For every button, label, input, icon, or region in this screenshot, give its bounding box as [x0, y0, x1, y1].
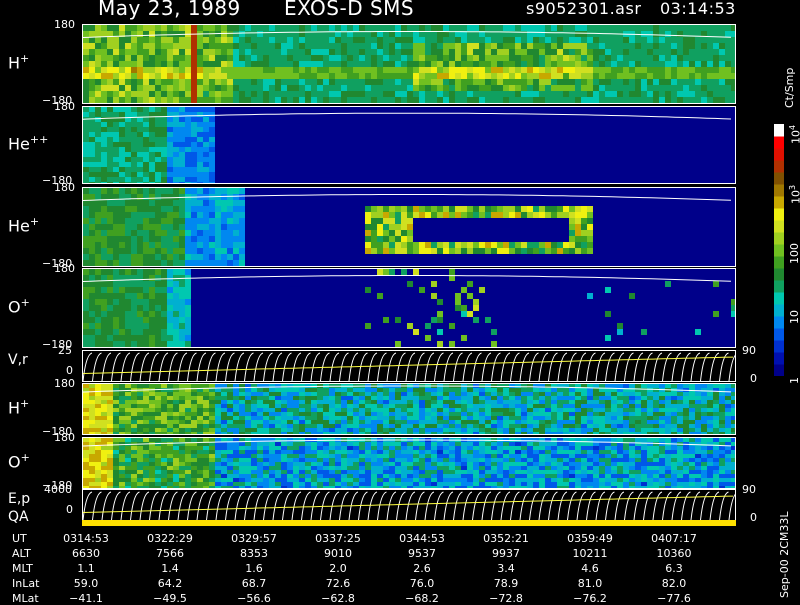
x-row-value: 72.6 — [326, 577, 351, 590]
x-row-value: 3.4 — [497, 562, 515, 575]
panel-label: He++ — [8, 133, 48, 153]
line-panel — [82, 350, 736, 382]
x-row-value: −41.1 — [69, 592, 103, 605]
spectrogram-panel — [82, 437, 736, 489]
instrument-name: EXOS-D SMS — [284, 0, 414, 20]
x-row-value: 81.0 — [578, 577, 603, 590]
x-row-value: −68.2 — [405, 592, 439, 605]
y-tick-max: 25 — [58, 344, 72, 357]
line-panel-label: E,p — [8, 491, 30, 507]
x-row-label: MLT — [12, 562, 33, 575]
spectrogram-panel — [82, 268, 736, 348]
file-name: s9052301.asr — [526, 0, 641, 18]
spectrogram-heatmap — [83, 25, 735, 103]
x-row-value: 0329:57 — [231, 532, 277, 545]
spectrogram-heatmap — [83, 107, 735, 183]
y-tick-max: 4000 — [44, 483, 72, 496]
plot-date: May 23, 1989 — [98, 0, 241, 20]
x-row-value: −76.2 — [573, 592, 607, 605]
x-row-value: 82.0 — [662, 577, 687, 590]
x-row-value: 2.6 — [413, 562, 431, 575]
footer-stamp: Sep-00 2CM33L — [778, 512, 791, 599]
start-time: 03:14:53 — [660, 0, 736, 18]
spectrogram-heatmap — [83, 384, 735, 434]
spectrogram-panel — [82, 106, 736, 184]
x-row-value: 68.7 — [242, 577, 267, 590]
x-row-label: InLat — [12, 577, 39, 590]
x-row-value: 59.0 — [74, 577, 99, 590]
right-tick-min: 0 — [750, 511, 757, 524]
x-row-value: 4.6 — [581, 562, 599, 575]
panel-label: He+ — [8, 215, 39, 235]
colorbar-tick: 104 — [788, 125, 800, 144]
colorbar-strip — [774, 124, 784, 376]
y-tick-max: 180 — [54, 100, 75, 113]
spectrogram-panel — [82, 383, 736, 435]
x-row-value: 76.0 — [410, 577, 435, 590]
sweep-lines — [83, 351, 735, 381]
y-tick-max: 180 — [54, 181, 75, 194]
x-row-value: 9937 — [492, 547, 520, 560]
x-row-value: 0337:25 — [315, 532, 361, 545]
x-row-value: 9010 — [324, 547, 352, 560]
x-row-value: −77.6 — [657, 592, 691, 605]
x-row-value: 78.9 — [494, 577, 519, 590]
colorbar-tick: 10 — [788, 310, 800, 324]
quality-bar — [82, 520, 736, 526]
y-tick-max: 180 — [54, 262, 75, 275]
spectrogram-heatmap — [83, 438, 735, 488]
y-tick-min: 0 — [66, 503, 73, 516]
line-panel-label: V,r — [8, 352, 28, 368]
line-panel-label-2: QA — [8, 509, 29, 525]
spectrogram-panel — [82, 24, 736, 104]
sweep-lines — [83, 490, 735, 520]
right-tick-max: 90 — [742, 344, 756, 357]
x-row-value: 1.6 — [245, 562, 263, 575]
y-tick-max: 180 — [54, 377, 75, 390]
spectrogram-panel — [82, 187, 736, 267]
panel-label: O+ — [8, 296, 30, 316]
x-row-label: ALT — [12, 547, 31, 560]
x-row-value: 6630 — [72, 547, 100, 560]
colorbar-unit: Ct/Smp — [783, 68, 796, 108]
x-row-value: 2.0 — [329, 562, 347, 575]
colorbar-tick: 1 — [788, 377, 800, 384]
right-tick-min: 0 — [750, 372, 757, 385]
right-tick-max: 90 — [742, 483, 756, 496]
x-row-value: 1.1 — [77, 562, 95, 575]
x-row-value: 0407:17 — [651, 532, 697, 545]
colorbar-scale — [774, 124, 784, 376]
x-row-label: MLat — [12, 592, 39, 605]
x-row-value: −56.6 — [237, 592, 271, 605]
panel-label: H+ — [8, 397, 29, 417]
panel-label: H+ — [8, 52, 29, 72]
x-row-value: 0344:53 — [399, 532, 445, 545]
x-row-value: 10211 — [573, 547, 608, 560]
x-row-value: 0322:29 — [147, 532, 193, 545]
x-row-value: 9537 — [408, 547, 436, 560]
x-row-value: 64.2 — [158, 577, 183, 590]
x-row-value: 8353 — [240, 547, 268, 560]
x-row-value: 0352:21 — [483, 532, 529, 545]
spectrogram-heatmap — [83, 188, 735, 266]
x-row-value: −62.8 — [321, 592, 355, 605]
colorbar-tick: 100 — [788, 243, 800, 264]
x-row-value: −72.8 — [489, 592, 523, 605]
y-tick-min: 0 — [66, 364, 73, 377]
x-row-value: 7566 — [156, 547, 184, 560]
x-row-value: 0314:53 — [63, 532, 109, 545]
y-tick-max: 180 — [54, 431, 75, 444]
x-row-value: −49.5 — [153, 592, 187, 605]
colorbar-tick: 103 — [788, 185, 800, 204]
panel-label: O+ — [8, 451, 30, 471]
x-row-label: UT — [12, 532, 27, 545]
x-row-value: 1.4 — [161, 562, 179, 575]
spectrogram-heatmap — [83, 269, 735, 347]
x-row-value: 6.3 — [665, 562, 683, 575]
line-panel — [82, 489, 736, 521]
x-row-value: 10360 — [657, 547, 692, 560]
y-tick-max: 180 — [54, 18, 75, 31]
x-row-value: 0359:49 — [567, 532, 613, 545]
